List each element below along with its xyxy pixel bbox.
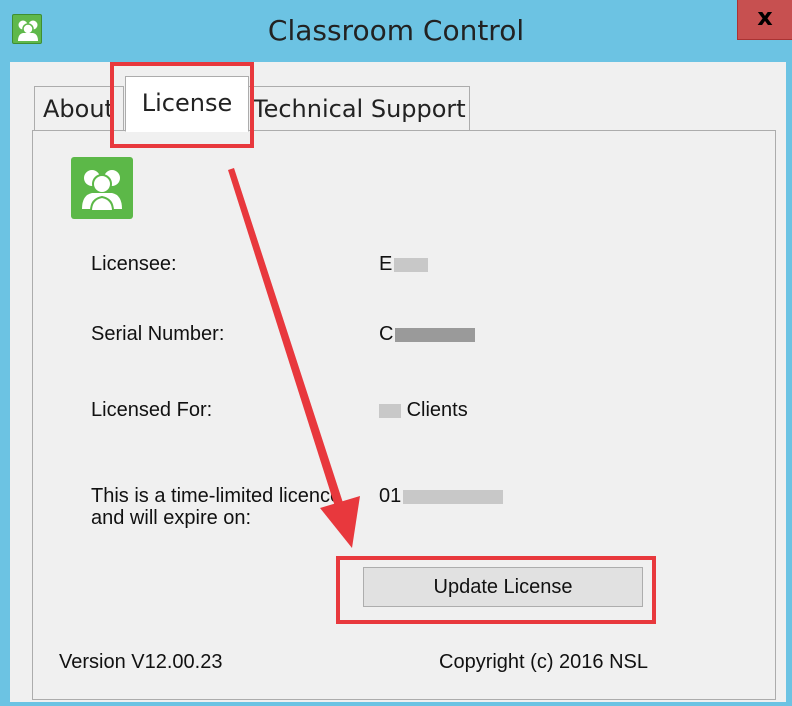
serial-number-label: Serial Number:: [91, 323, 225, 345]
app-logo-icon: [71, 157, 133, 219]
serial-number-value: C: [379, 323, 476, 346]
licensee-label: Licensee:: [91, 253, 177, 275]
expiry-value: 01: [379, 485, 504, 508]
update-button-highlight: [336, 556, 656, 624]
licensee-value: E: [379, 253, 429, 276]
licensed-for-value: Clients: [379, 399, 468, 422]
close-button[interactable]: x: [737, 0, 792, 40]
license-tab-highlight: [110, 62, 254, 148]
window-title: Classroom Control: [267, 14, 525, 47]
licensed-for-label: Licensed For:: [91, 399, 213, 421]
expiry-label: This is a time-limited licence and will …: [91, 485, 342, 529]
version-text: Version V12.00.23: [59, 651, 223, 673]
tab-technical-support[interactable]: Technical Support: [248, 86, 470, 130]
title-bar[interactable]: Classroom Control x: [0, 0, 792, 62]
copyright-text: Copyright (c) 2016 NSL: [439, 651, 648, 673]
